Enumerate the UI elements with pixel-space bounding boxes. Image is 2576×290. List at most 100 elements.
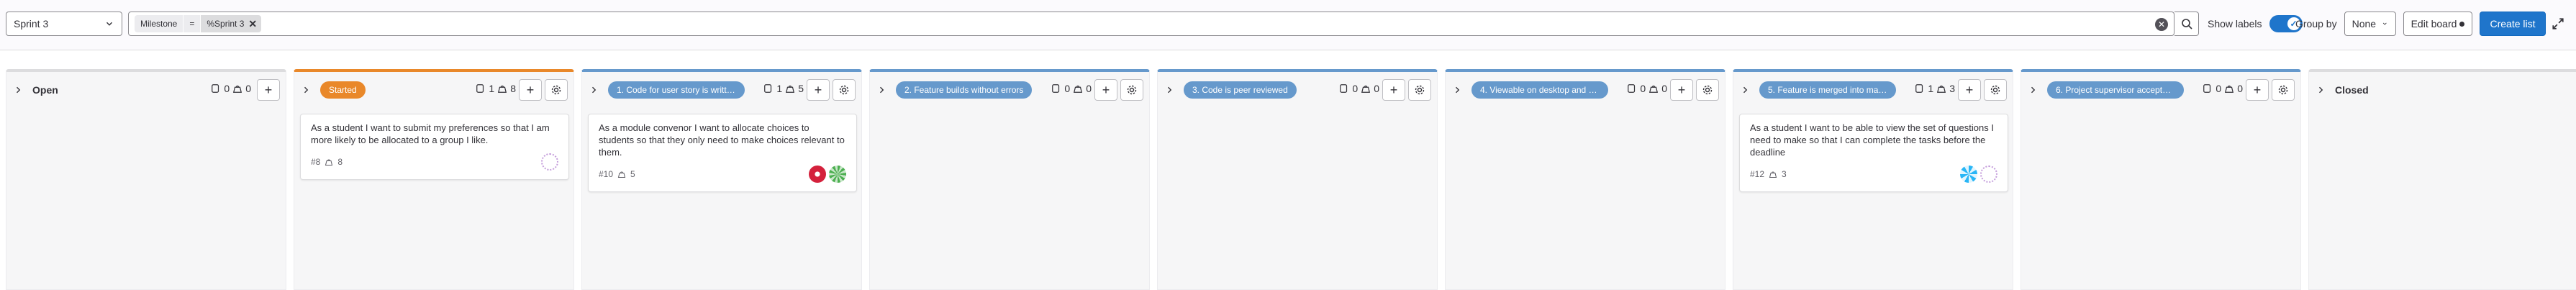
avatar[interactable] [809, 166, 826, 183]
new-issue-button[interactable]: + [257, 79, 280, 101]
new-issue-button[interactable]: + [519, 79, 542, 101]
board-list-open: Open 0 0 + [6, 69, 286, 290]
weight-count: 0 [2237, 83, 2243, 94]
list-header: Closed [2309, 72, 2576, 108]
board-filter-bar: Sprint 3 Milestone = %Sprint 3 ✕ ✕ Show … [0, 0, 2576, 50]
chevron-right-icon[interactable] [1453, 84, 1464, 96]
weight-icon [786, 85, 795, 93]
list-header: 5. Feature is merged into master... 1 3 … [1733, 72, 2013, 108]
chevron-right-icon[interactable] [877, 84, 889, 96]
assignees [541, 153, 558, 171]
new-issue-button[interactable]: + [2246, 79, 2269, 101]
list-header: 3. Code is peer reviewed 0 0 + [1158, 72, 1437, 108]
edit-board-button[interactable]: Edit board [2403, 12, 2472, 36]
chevron-down-icon [106, 22, 112, 26]
new-issue-button[interactable]: + [1094, 79, 1117, 101]
group-by-label: Group by [2295, 18, 2337, 30]
chevron-right-icon[interactable] [2316, 84, 2328, 96]
weight-icon [1361, 85, 1371, 93]
issues-icon [1915, 84, 1923, 93]
list-label[interactable]: Started [320, 81, 366, 99]
chevron-right-icon[interactable] [301, 84, 313, 96]
issue-count: 0 [1640, 83, 1646, 94]
list-settings-button[interactable] [1408, 79, 1431, 101]
list-counts: 1 8 [476, 83, 516, 94]
filter-token-value-wrap: %Sprint 3 ✕ [201, 15, 262, 32]
board-list-started: Started 1 8 + As a student I want to sub… [294, 69, 574, 290]
weight-count: 0 [1086, 83, 1092, 94]
chevron-right-icon[interactable] [14, 84, 25, 96]
issue-card-footer: #10 5 [599, 164, 846, 184]
chevron-right-icon[interactable] [1741, 84, 1752, 96]
list-label[interactable]: 1. Code for user story is written [608, 81, 745, 99]
list-settings-button[interactable] [545, 79, 568, 101]
list-label[interactable]: 4. Viewable on desktop and mo... [1471, 81, 1608, 99]
group-by-value: None [2351, 18, 2377, 30]
list-label[interactable]: 3. Code is peer reviewed [1184, 81, 1297, 99]
group-by-select[interactable]: None [2344, 12, 2396, 36]
milestone-select[interactable]: Sprint 3 [6, 12, 122, 36]
list-title: Closed [2335, 84, 2369, 96]
indicator-dot-icon [2459, 21, 2465, 27]
chevron-right-icon[interactable] [1165, 84, 1176, 96]
issue-count: 0 [2216, 83, 2222, 94]
edit-board-label: Edit board [2411, 18, 2457, 30]
list-counts: 0 0 [211, 83, 251, 94]
assignees [809, 166, 846, 183]
issue-card-title[interactable]: As a student I want to be able to view t… [1750, 122, 1997, 158]
list-label[interactable]: 5. Feature is merged into master... [1759, 81, 1896, 99]
issue-card[interactable]: As a student I want to submit my prefere… [300, 114, 569, 180]
gear-icon [839, 85, 849, 95]
gear-icon [1702, 85, 1713, 95]
issue-card[interactable]: As a module convenor I want to allocate … [588, 114, 857, 192]
close-icon[interactable]: ✕ [248, 15, 257, 32]
weight-count: 3 [1949, 83, 1955, 94]
maximize-icon[interactable] [2552, 17, 2564, 30]
weight-icon [1937, 85, 1946, 93]
assignees [1960, 166, 1997, 183]
issue-card-footer: #8 8 [311, 152, 558, 172]
board-list-supervisor-accepts: 6. Project supervisor accepts the... 0 0… [2021, 69, 2301, 290]
list-settings-button[interactable] [833, 79, 856, 101]
list-settings-button[interactable] [1120, 79, 1143, 101]
issue-card[interactable]: As a student I want to be able to view t… [1739, 114, 2008, 192]
gear-icon [2278, 85, 2288, 95]
weight-count: 5 [798, 83, 804, 94]
issues-icon [764, 84, 772, 93]
board: Open 0 0 + Started 1 8 + As a student I … [0, 69, 2576, 290]
board-list-merged: 5. Feature is merged into master... 1 3 … [1733, 69, 2013, 290]
new-issue-button[interactable]: + [1670, 79, 1693, 101]
search-button[interactable] [2174, 12, 2199, 36]
list-counts: 1 5 [763, 83, 804, 94]
avatar[interactable] [829, 166, 846, 183]
new-issue-button[interactable]: + [1958, 79, 1981, 101]
create-list-button[interactable]: Create list [2480, 12, 2546, 36]
list-label[interactable]: 2. Feature builds without errors [896, 81, 1033, 99]
list-settings-button[interactable] [2272, 79, 2295, 101]
avatar[interactable] [541, 153, 558, 171]
list-counts: 1 3 [1915, 83, 1955, 94]
chevron-right-icon[interactable] [2028, 84, 2040, 96]
search-filter-input[interactable]: Milestone = %Sprint 3 ✕ ✕ [128, 12, 2174, 36]
weight-icon [1769, 171, 1777, 178]
issue-card-title[interactable]: As a student I want to submit my prefere… [311, 122, 558, 146]
list-header: Started 1 8 + [294, 72, 573, 108]
issue-card-title[interactable]: As a module convenor I want to allocate … [599, 122, 846, 158]
issues-icon [1052, 84, 1060, 93]
new-issue-button[interactable]: + [1382, 79, 1405, 101]
weight-icon [2225, 85, 2234, 93]
new-issue-button[interactable]: + [807, 79, 830, 101]
clear-icon[interactable]: ✕ [2155, 18, 2168, 31]
list-header: 6. Project supervisor accepts the... 0 0… [2021, 72, 2300, 108]
avatar[interactable] [1960, 166, 1977, 183]
gear-icon [551, 85, 561, 95]
list-settings-button[interactable] [1696, 79, 1719, 101]
filter-token-operator: = [183, 15, 201, 32]
create-list-label: Create list [2490, 18, 2536, 30]
chevron-right-icon[interactable] [589, 84, 601, 96]
list-label[interactable]: 6. Project supervisor accepts the... [2047, 81, 2184, 99]
avatar[interactable] [1980, 166, 1997, 183]
filter-token-milestone[interactable]: Milestone = %Sprint 3 ✕ [135, 15, 262, 32]
issue-count: 0 [1352, 83, 1359, 94]
list-settings-button[interactable] [1984, 79, 2007, 101]
